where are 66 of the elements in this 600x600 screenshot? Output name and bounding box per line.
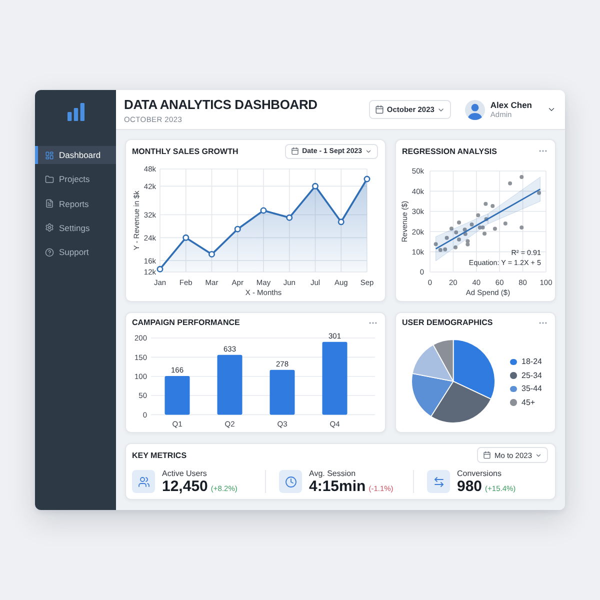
calendar-icon <box>291 147 300 155</box>
users-icon <box>132 470 155 493</box>
avatar-icon <box>465 100 486 120</box>
bar-chart-logo-icon <box>66 103 84 121</box>
card-title: MONTHLY SALES GROWTH <box>132 146 238 156</box>
metric-label: Avg. Session <box>309 468 357 478</box>
data-point <box>208 251 215 258</box>
scatter-point <box>482 232 487 236</box>
scatter-point <box>490 204 495 208</box>
legend-label: 25-34 <box>522 370 542 380</box>
dashboard-title: DATA ANALYTICS DASHBOARD <box>124 97 318 112</box>
settings-icon <box>45 223 54 232</box>
scatter-point <box>520 175 524 180</box>
bar <box>270 370 295 415</box>
chevron-down-icon <box>535 452 542 458</box>
data-point <box>260 207 267 214</box>
swap-arrows-icon <box>427 470 450 493</box>
data-point <box>234 226 241 232</box>
chevron-down-icon[interactable] <box>547 105 556 114</box>
scatter-point <box>444 236 449 240</box>
data-point <box>156 266 164 272</box>
data-point <box>338 218 344 226</box>
scatter-point <box>520 226 524 230</box>
scatter-point <box>537 190 542 195</box>
legend-label: 18-24 <box>522 357 542 366</box>
card-title: KEY METRICS <box>132 450 187 460</box>
data-point <box>312 182 318 190</box>
card-title: USER DEMOGRAPHICS <box>402 318 493 327</box>
scatter-point <box>454 245 458 250</box>
metric-value: 4:15min <box>309 478 366 494</box>
scatter-point <box>457 237 461 242</box>
card-title: CAMPAIGN PERFORMANCE <box>132 318 240 327</box>
data-point <box>364 176 370 182</box>
scatter-point <box>470 222 474 227</box>
legend-label: 45+ <box>522 398 536 407</box>
dashboard-icon <box>45 150 54 160</box>
bar <box>217 354 242 415</box>
scatter-point <box>492 226 497 231</box>
metric-label: Conversions <box>457 468 502 478</box>
bar <box>164 376 190 415</box>
metric-label: Active Users <box>162 468 208 478</box>
legend-label: 35-44 <box>522 384 542 394</box>
nav-item[interactable]: Dashboard <box>35 146 116 164</box>
clock-icon <box>279 470 302 493</box>
data-point <box>286 214 293 221</box>
scatter-point <box>484 202 488 206</box>
scatter-point <box>476 213 480 218</box>
chevron-down-icon <box>365 148 372 154</box>
scatter-point <box>503 222 508 226</box>
user-name: Alex Chen <box>490 100 532 110</box>
folder-icon <box>45 174 54 184</box>
nav-item[interactable]: Reports <box>35 194 116 213</box>
nav-item[interactable]: Projects <box>35 170 116 188</box>
calendar-icon <box>374 105 384 114</box>
nav-item[interactable]: Settings <box>35 218 116 237</box>
card-title: REGRESSION ANALYSIS <box>402 146 497 156</box>
metric-value: 980 <box>457 478 482 494</box>
scatter-point <box>457 220 461 224</box>
help-icon <box>45 248 54 257</box>
data-point <box>182 234 190 241</box>
scatter-point <box>484 217 488 222</box>
metric-value: 12,450 <box>162 478 208 494</box>
calendar-icon <box>483 451 492 459</box>
scatter-point <box>508 181 512 186</box>
nav-item[interactable]: Support <box>35 243 116 262</box>
document-icon <box>45 199 54 208</box>
